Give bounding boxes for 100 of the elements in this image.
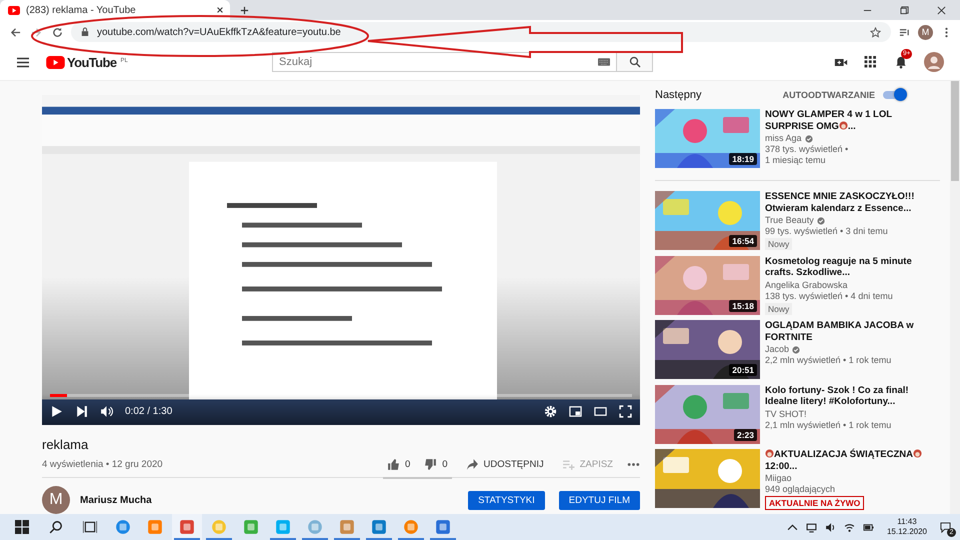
app-icon [371,519,387,535]
like-button[interactable]: 0 [382,458,414,471]
app-icon [147,519,163,535]
video-title: reklama [42,437,90,452]
time-display: 0:02 / 1:30 [125,406,172,416]
up-next-heading: Następny [655,89,702,101]
miniplayer-icon[interactable] [569,404,582,418]
video-title[interactable]: ESSENCE MNIE ZASKOCZYŁO!!! Otwieram kalendarz z Essence... [765,191,940,214]
browser-tab[interactable]: (283) reklama - YouTube [0,0,230,20]
duration-badge: 16:54 [729,235,757,247]
new-badge: Nowy [765,238,792,250]
app-icon [179,519,195,535]
task-view-icon[interactable] [83,520,97,534]
address-field[interactable]: youtube.com/watch?v=UAuEkffkTzA&feature=youtu.be [71,22,891,42]
star-icon[interactable] [870,26,881,38]
video-stats: 99 tys. wyświetleń • 3 dni temu [765,226,888,237]
dislike-button[interactable]: 0 [420,458,452,471]
notification-icon[interactable] [940,522,951,532]
app-icon [339,519,355,535]
wifi-icon[interactable] [844,522,855,532]
channel-name[interactable]: miss Aga [765,133,802,144]
thumbs-up-icon [386,458,400,471]
live-badge: AKTUALNIE NA ŻYWO [765,496,864,510]
channel-name[interactable]: Mariusz Mucha [80,494,152,506]
search-field[interactable]: Szukaj [272,52,617,72]
duration-badge: 20:51 [729,364,757,376]
video-title[interactable]: Kosmetolog reaguje na 5 minute crafts. Szkodliwe... [765,256,940,279]
video-stats: 2,2 mln wyświetleń • 1 rok temu [765,355,892,366]
new-badge: Nowy [765,302,792,315]
bell-icon[interactable] [894,56,908,68]
lock-icon [81,27,89,37]
clock-time[interactable]: 11:43 [897,517,917,527]
more-icon[interactable] [627,462,640,467]
emoji-icon [765,449,774,458]
plus-icon[interactable] [240,6,249,14]
channel-name[interactable]: True Beauty [765,215,814,226]
maximize-icon[interactable] [900,6,909,14]
search-icon [628,56,640,68]
reload-icon[interactable] [52,26,63,38]
autoplay-toggle[interactable] [883,91,905,99]
channel-name[interactable]: Miigao [765,473,792,484]
thumbs-down-icon [424,458,438,471]
search-button[interactable] [617,52,653,72]
fullscreen-icon[interactable] [619,404,632,418]
video-title[interactable]: AKTUALIZACJA ŚWIĄTECZNA 12:00... [765,449,940,472]
playlist-icon[interactable] [899,26,910,38]
emoji-icon [838,120,848,130]
clock-date[interactable]: 15.12.2020 [886,527,927,537]
url-text: youtube.com/watch?v=UAuEkffkTzA&feature=youtu.be [97,26,341,38]
studio-button[interactable]: EDYTUJ FILM [558,490,640,510]
taskbar-app[interactable] [172,514,202,540]
add-to-playlist-icon [562,458,575,471]
channel-name[interactable]: Jacob [765,344,790,356]
app-icon [435,519,451,535]
back-icon[interactable] [10,26,21,38]
autoplay-label: AUTOODTWARZANIE [782,90,875,100]
video-title[interactable]: NOWY GLAMPER 4 w 1 LOL SURPRISE OMG ... [765,109,940,132]
video-stats: 378 tys. wyświetleń • [765,144,848,155]
logo-text[interactable]: YouTube [67,54,116,70]
app-icon [275,519,291,535]
scrollbar-thumb[interactable] [951,81,959,181]
channel-name[interactable]: TV SHOT! [765,408,807,420]
video-stats: 949 oglądających [765,484,836,496]
video-title[interactable]: Kolo fortuny- Szok ! Co za final! Idealne litery! #Kolofortuny... [765,384,940,408]
forward-icon[interactable] [31,26,42,38]
channel-avatar[interactable]: M [42,486,70,514]
play-icon[interactable] [50,404,63,418]
close-icon[interactable] [216,6,224,14]
apps-grid-icon[interactable] [864,56,878,68]
menu-icon[interactable] [16,56,30,68]
video-stats: 138 tys. wyświetleń • 4 dni temu [765,290,893,302]
youtube-logo-icon[interactable] [46,56,65,68]
avatar-icon[interactable] [924,52,944,72]
emoji-icon [912,449,922,458]
windows-start-icon[interactable] [15,520,29,534]
duration-badge: 15:18 [729,300,757,312]
app-icon [403,519,419,535]
channel-name[interactable]: Angelika Grabowska [765,280,848,291]
network-icon[interactable] [806,522,817,532]
profile-avatar[interactable]: M [918,24,933,40]
battery-icon[interactable] [862,522,874,532]
share-button[interactable]: UDOSTĘPNIJ [462,458,548,471]
app-icon [115,519,131,535]
duration-badge: 18:19 [729,153,757,165]
next-icon[interactable] [75,404,88,418]
view-count-date: 4 wyświetlenia • 12 gru 2020 [42,459,163,470]
video-stats: 1 miesiąc temu [765,155,826,166]
video-title[interactable]: OGLĄDAM BAMBIKA JACOBA w FORTNITE [765,320,940,344]
settings-icon[interactable] [544,404,557,418]
close-icon[interactable] [937,6,946,14]
volume-icon[interactable] [824,522,836,532]
theater-mode-icon[interactable] [594,404,607,418]
scrollbar[interactable] [950,81,960,514]
search-icon[interactable] [49,520,63,534]
app-icon [211,519,227,535]
volume-icon[interactable] [100,404,113,418]
share-arrow-icon [466,458,479,471]
studio-button[interactable]: STATYSTYKI [468,490,545,510]
app-icon [307,519,323,535]
video-stats: 2,1 mln wyświetleń • 1 rok temu [765,420,892,431]
